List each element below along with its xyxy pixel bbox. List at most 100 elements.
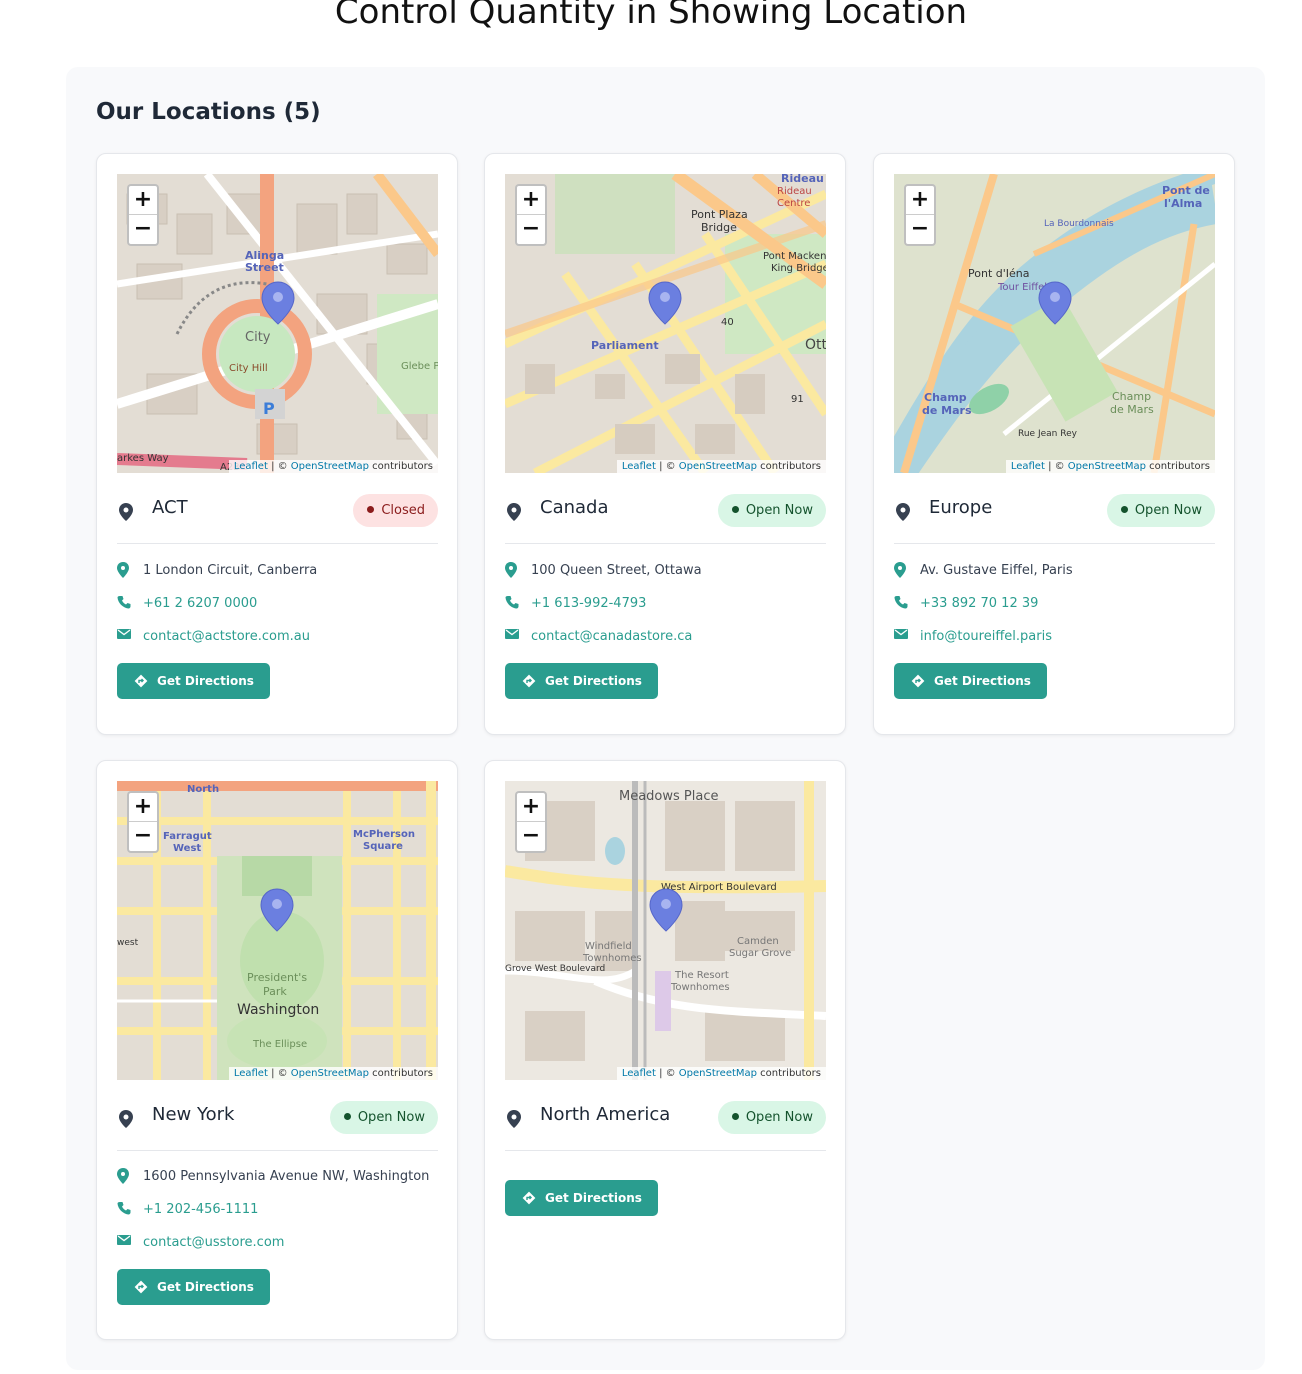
svg-text:King Bridge: King Bridge: [771, 263, 826, 274]
svg-text:Bridge: Bridge: [701, 221, 737, 234]
page-title: Control Quantity in Showing Location: [334, 0, 968, 32]
zoom-control: + −: [515, 791, 547, 853]
svg-text:Square: Square: [363, 841, 403, 852]
svg-text:91: 91: [791, 394, 804, 405]
leaflet-link[interactable]: Leaflet: [622, 1068, 656, 1079]
svg-text:Townhomes: Townhomes: [582, 953, 642, 964]
phone-link[interactable]: +1 202-456-1111: [143, 1202, 258, 1217]
location-name: Europe: [929, 497, 993, 518]
svg-text:Townhomes: Townhomes: [670, 982, 730, 993]
svg-text:Farragut: Farragut: [163, 831, 212, 842]
zoom-in-button[interactable]: +: [517, 793, 545, 822]
leaflet-link[interactable]: Leaflet: [622, 461, 656, 472]
zoom-out-button[interactable]: −: [517, 822, 545, 851]
map-marker-icon[interactable]: [648, 281, 682, 325]
phone-link[interactable]: +33 892 70 12 39: [920, 596, 1038, 611]
status-badge: Open Now: [717, 1101, 826, 1134]
phone-icon: [117, 1202, 131, 1215]
svg-text:Champ: Champ: [924, 391, 967, 404]
directions-icon: [522, 674, 536, 688]
get-directions-button[interactable]: Get Directions: [505, 663, 658, 699]
zoom-out-button[interactable]: −: [129, 215, 157, 244]
map-marker-icon[interactable]: [260, 888, 294, 932]
svg-text:arkes Way: arkes Way: [117, 453, 169, 464]
svg-text:de Mars: de Mars: [922, 404, 972, 417]
svg-text:Champ: Champ: [1112, 390, 1151, 403]
zoom-control: + −: [127, 184, 159, 246]
leaflet-link[interactable]: Leaflet: [234, 1068, 268, 1079]
svg-text:Sugar Grove: Sugar Grove: [729, 948, 791, 959]
address-text: 1 London Circuit, Canberra: [143, 563, 318, 578]
directions-icon: [522, 1191, 536, 1205]
location-header: New York Open Now: [117, 1101, 438, 1151]
map-view[interactable]: North Farragut West McPherson Square Pre…: [117, 781, 438, 1080]
location-pin-icon: [119, 503, 133, 521]
email-link[interactable]: contact@canadastore.ca: [531, 629, 692, 644]
get-directions-button[interactable]: Get Directions: [505, 1180, 658, 1216]
leaflet-link[interactable]: Leaflet: [1011, 461, 1045, 472]
email-icon: [117, 629, 131, 639]
svg-text:l'Alma: l'Alma: [1164, 197, 1202, 210]
get-directions-button[interactable]: Get Directions: [117, 663, 270, 699]
zoom-out-button[interactable]: −: [129, 822, 157, 851]
svg-text:West: West: [173, 843, 201, 854]
email-icon: [505, 629, 519, 639]
phone-icon: [505, 596, 519, 609]
osm-link[interactable]: OpenStreetMap: [1068, 461, 1146, 472]
svg-text:40: 40: [721, 317, 734, 328]
email-link[interactable]: contact@usstore.com: [143, 1235, 284, 1250]
address-text: 1600 Pennsylvania Avenue NW, Washington: [143, 1169, 430, 1184]
svg-text:Pont de: Pont de: [1162, 184, 1210, 197]
zoom-in-button[interactable]: +: [517, 186, 545, 215]
address-text: Av. Gustave Eiffel, Paris: [920, 563, 1073, 578]
email-link[interactable]: info@toureiffel.paris: [920, 629, 1052, 644]
map-marker-icon[interactable]: [261, 281, 295, 325]
map-marker-icon[interactable]: [649, 888, 683, 932]
leaflet-link[interactable]: Leaflet: [234, 461, 268, 472]
zoom-out-button[interactable]: −: [906, 215, 934, 244]
svg-text:La Bourdonnais: La Bourdonnais: [1044, 219, 1114, 229]
get-directions-button[interactable]: Get Directions: [894, 663, 1047, 699]
location-name: ACT: [152, 497, 188, 518]
location-pin-icon: [896, 503, 910, 521]
status-badge: Open Now: [717, 494, 826, 527]
status-dot: [343, 1113, 351, 1120]
phone-icon: [894, 596, 908, 609]
map-marker-icon[interactable]: [1038, 281, 1072, 325]
map-attribution: Leaflet | © OpenStreetMap contributors: [228, 460, 438, 473]
map-view[interactable]: Pont Plaza Bridge Parliament Rideau Ride…: [505, 174, 826, 473]
map-view[interactable]: Pont d'Iéna Tour Eiffel Champ de Mars Ch…: [894, 174, 1215, 473]
osm-link[interactable]: OpenStreetMap: [291, 461, 369, 472]
email-icon: [117, 1235, 131, 1245]
map-view[interactable]: Alinga Street City City Hill P arkes Way…: [117, 174, 438, 473]
map-view[interactable]: Meadows Place West Airport Boulevard Win…: [505, 781, 826, 1080]
zoom-in-button[interactable]: +: [906, 186, 934, 215]
email-link[interactable]: contact@actstore.com.au: [143, 629, 310, 644]
svg-text:Pont Plaza: Pont Plaza: [691, 208, 748, 221]
status-badge: Open Now: [329, 1101, 438, 1134]
osm-link[interactable]: OpenStreetMap: [679, 1068, 757, 1079]
zoom-control: + −: [127, 791, 159, 853]
osm-link[interactable]: OpenStreetMap: [291, 1068, 369, 1079]
zoom-in-button[interactable]: +: [129, 186, 157, 215]
map-attribution: Leaflet | © OpenStreetMap contributors: [228, 1067, 438, 1080]
svg-text:McPherson: McPherson: [353, 829, 415, 840]
directions-icon: [911, 674, 925, 688]
get-directions-button[interactable]: Get Directions: [117, 1269, 270, 1305]
svg-text:City Hill: City Hill: [229, 363, 268, 374]
zoom-in-button[interactable]: +: [129, 793, 157, 822]
svg-text:City: City: [245, 330, 271, 345]
svg-text:Rideau: Rideau: [777, 186, 812, 197]
location-name: North America: [540, 1104, 671, 1125]
phone-link[interactable]: +61 2 6207 0000: [143, 596, 257, 611]
osm-link[interactable]: OpenStreetMap: [679, 461, 757, 472]
location-card-act: Alinga Street City City Hill P arkes Way…: [96, 153, 458, 735]
phone-link[interactable]: +1 613-992-4793: [531, 596, 646, 611]
location-card-north-america: Meadows Place West Airport Boulevard Win…: [484, 760, 846, 1340]
location-header: Canada Open Now: [505, 494, 826, 544]
location-pin-icon: [507, 503, 521, 521]
svg-text:The Resort: The Resort: [674, 970, 729, 981]
svg-text:Parliament: Parliament: [591, 339, 659, 352]
svg-text:Glebe Pa: Glebe Pa: [401, 361, 438, 372]
zoom-out-button[interactable]: −: [517, 215, 545, 244]
